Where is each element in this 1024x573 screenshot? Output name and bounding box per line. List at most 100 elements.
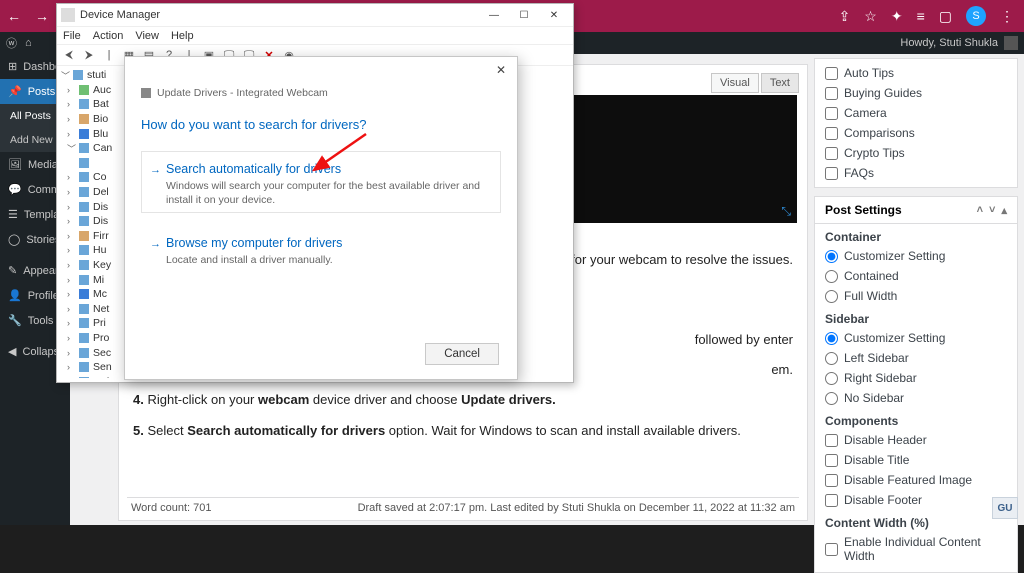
resize-handle-icon[interactable]: ⤡	[781, 204, 791, 219]
user-icon: 👤	[8, 289, 22, 302]
option-browse-computer[interactable]: → Browse my computer for drivers Locate …	[141, 225, 501, 271]
menu-action[interactable]: Action	[93, 30, 124, 42]
collapse-icon: ◀	[8, 345, 16, 358]
container-customizer[interactable]	[825, 250, 838, 263]
word-count: Word count: 701	[131, 502, 212, 514]
dialog-close-button[interactable]: ✕	[491, 61, 511, 79]
arrow-right-icon: →	[150, 164, 161, 176]
maximize-button[interactable]: ☐	[509, 5, 539, 25]
device-icon	[79, 99, 89, 109]
extensions-icon[interactable]: ✦	[891, 8, 903, 25]
device-icon	[79, 304, 89, 314]
greeting-text: Howdy, Stuti Shukla	[900, 37, 998, 49]
star-icon[interactable]: ☆	[864, 8, 877, 25]
device-icon	[79, 318, 89, 328]
option-desc: Windows will search your computer for th…	[166, 179, 488, 207]
minimize-button[interactable]: —	[479, 5, 509, 25]
menu-view[interactable]: View	[135, 30, 159, 42]
pin-icon: 📌	[8, 85, 22, 98]
disable-footer[interactable]	[825, 494, 838, 507]
cat-auto-tips[interactable]	[825, 67, 838, 80]
chevron-down-icon[interactable]: ˅	[989, 204, 995, 217]
caret-up-icon[interactable]: ▴	[1001, 204, 1007, 217]
text-tab[interactable]: Text	[761, 73, 799, 93]
option-title: Browse my computer for drivers	[166, 236, 488, 250]
sidebar-customizer[interactable]	[825, 332, 838, 345]
sidebar-left[interactable]	[825, 352, 838, 365]
cat-comparisons[interactable]	[825, 127, 838, 140]
sidebar-right[interactable]	[825, 372, 838, 385]
kebab-menu-icon[interactable]: ⋮	[1000, 8, 1014, 25]
visual-tab[interactable]: Visual	[711, 73, 759, 93]
nav-fwd-icon[interactable]: ⮞	[81, 47, 97, 63]
device-icon	[79, 275, 89, 285]
watermark-badge: GU	[992, 497, 1018, 519]
dashboard-icon: ⊞	[8, 60, 17, 73]
device-icon	[79, 377, 89, 378]
container-heading: Container	[815, 224, 1017, 246]
wrench-icon: 🔧	[8, 314, 22, 327]
dialog-question: How do you want to search for drivers?	[141, 117, 366, 132]
sidebar-none[interactable]	[825, 392, 838, 405]
tab-icon[interactable]: ▢	[939, 8, 952, 25]
nav-back-icon[interactable]: ⮜	[61, 47, 77, 63]
post-settings-header[interactable]: Post Settings ˄˅▴	[814, 196, 1018, 224]
arrow-right-icon: →	[150, 238, 161, 250]
draft-status: Draft saved at 2:07:17 pm. Last edited b…	[358, 502, 795, 514]
dm-menubar: File Action View Help	[57, 26, 573, 44]
comments-icon: 💬	[8, 183, 22, 196]
disable-header[interactable]	[825, 434, 838, 447]
cat-faqs[interactable]	[825, 167, 838, 180]
device-icon	[79, 260, 89, 270]
option-search-automatically[interactable]: → Search automatically for drivers Windo…	[141, 151, 501, 213]
categories-panel: Auto Tips Buying Guides Camera Compariso…	[814, 58, 1018, 188]
cat-camera[interactable]	[825, 107, 838, 120]
dm-device-tree[interactable]: ﹀stuti ›Auc ›Bat ›Bio ›Blu ﹀Can ›Co ›Del…	[61, 68, 125, 378]
wp-logo-icon[interactable]: ⓦ	[6, 35, 17, 51]
disable-title[interactable]	[825, 454, 838, 467]
device-icon	[79, 85, 89, 95]
option-title: Search automatically for drivers	[166, 162, 488, 176]
enable-content-width[interactable]	[825, 543, 838, 556]
components-heading: Components	[815, 408, 1017, 430]
device-manager-icon	[61, 8, 75, 22]
container-fullwidth[interactable]	[825, 290, 838, 303]
user-avatar-icon[interactable]	[1004, 36, 1018, 50]
share-icon[interactable]: ⇪	[839, 8, 851, 25]
chevron-up-icon[interactable]: ˄	[977, 204, 983, 217]
webcam-icon	[79, 158, 89, 168]
cat-buying-guides[interactable]	[825, 87, 838, 100]
container-contained[interactable]	[825, 270, 838, 283]
dm-titlebar[interactable]: Device Manager — ☐ ✕	[57, 4, 573, 26]
device-icon	[79, 202, 89, 212]
cancel-button[interactable]: Cancel	[425, 343, 499, 365]
step-5: 5. Select Search automatically for drive…	[133, 421, 793, 441]
camera-icon	[79, 143, 89, 153]
expand-icon[interactable]: ﹀	[61, 69, 69, 82]
menu-file[interactable]: File	[63, 30, 81, 42]
playlist-icon[interactable]: ≡	[917, 8, 925, 24]
device-icon	[79, 231, 89, 241]
template-icon: ☰	[8, 208, 18, 221]
close-button[interactable]: ✕	[539, 5, 569, 25]
back-icon[interactable]: ←	[0, 8, 28, 24]
computer-icon	[73, 70, 83, 80]
option-desc: Locate and install a driver manually.	[166, 253, 488, 267]
site-home-icon[interactable]: ⌂	[25, 37, 32, 49]
device-icon	[141, 88, 151, 98]
menu-help[interactable]: Help	[171, 30, 194, 42]
device-icon	[79, 289, 89, 299]
dialog-breadcrumb: Update Drivers - Integrated Webcam	[141, 87, 328, 99]
editor-right-sidebar: Auto Tips Buying Guides Camera Compariso…	[814, 58, 1018, 525]
device-icon	[79, 187, 89, 197]
content-width-heading: Content Width (%)	[815, 510, 1017, 532]
forward-icon[interactable]: →	[28, 8, 56, 24]
dm-title-text: Device Manager	[80, 9, 160, 21]
profile-avatar[interactable]: S	[966, 6, 986, 26]
editor-mode-toggle: Visual Text	[711, 73, 799, 93]
step-4: 4. Right-click on your webcam device dri…	[133, 390, 793, 410]
disable-featured-image[interactable]	[825, 474, 838, 487]
device-icon	[79, 348, 89, 358]
cat-crypto-tips[interactable]	[825, 147, 838, 160]
device-icon	[79, 245, 89, 255]
